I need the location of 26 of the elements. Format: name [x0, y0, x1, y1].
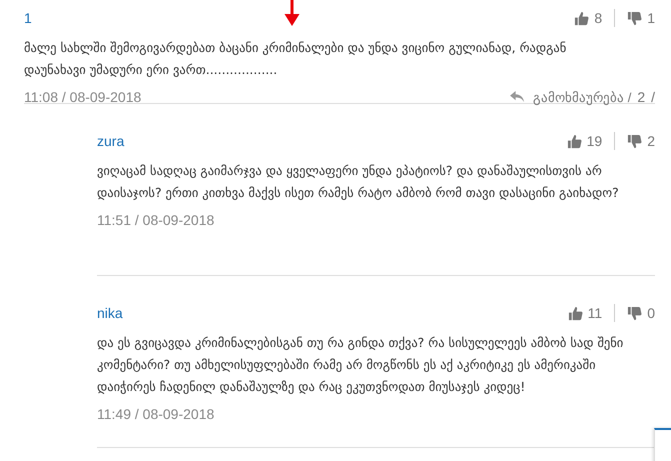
comment-text: მალე სახლში შემოგივარდებათ ბაცანი კრიმინალები და უნდა ვიცინო გულიანად, რადგან დაუნახავი უმადური ერი ვართ..................: [24, 39, 568, 79]
comment-time: 11:49 / 08-09-2018: [97, 406, 216, 422]
reply-icon: [510, 90, 526, 104]
thumbs-up-icon: [568, 306, 583, 320]
thumbs-down-icon: [627, 134, 642, 148]
like-button[interactable]: 8: [574, 10, 602, 26]
thumbs-up-icon: [574, 10, 590, 26]
dislike-button[interactable]: 2: [627, 133, 655, 149]
thumbs-down-icon: [627, 306, 642, 320]
reply-count: 2: [637, 89, 646, 105]
like-button[interactable]: 19: [566, 133, 602, 149]
like-button[interactable]: 11: [568, 305, 602, 321]
comment-author[interactable]: 1: [24, 10, 32, 26]
comment-author[interactable]: nika: [97, 305, 123, 321]
comment-text: ვიღაცამ სადღაც გაიმარჯვა და ყველაფერი უნდა ეპატიოს? და დანაშაულისთვის არ დაისაჯოს? ერთი კითხვა მაქვს ისეთ რამეს რატო ამბობ რომ თავი დასაცინი გაიხადო?: [97, 162, 620, 202]
comment-text: და ეს გვიცავდა კრიმინალებისგან თუ რა გინდა თქვა? რა სისულელეეს ამბობ სად შენი კომენტარი? თუ ამხელისუფლებაში რამე არ მოგწონს ეს აქ აკრიტიკე ეს ამერიკაში დაიჭირეს ჩადენილ დანაშაულზე და რაც ეკუთვნოდათ მიუსაჯეს კიდეც!: [97, 334, 624, 396]
reply-link[interactable]: გამოხმაურება /: [510, 90, 632, 104]
arrow-annotation: [284, 0, 300, 26]
thumbs-up-icon: [566, 134, 582, 148]
comment-time: 11:51 / 08-09-2018: [97, 212, 216, 228]
comment-author[interactable]: zura: [97, 133, 124, 149]
comment-time: 11:08 / 08-09-2018: [24, 89, 142, 105]
dislike-button[interactable]: 1: [627, 10, 655, 26]
thumbs-down-icon: [627, 10, 642, 26]
separator-slash: /: [651, 89, 655, 105]
dislike-button[interactable]: 0: [627, 305, 655, 321]
